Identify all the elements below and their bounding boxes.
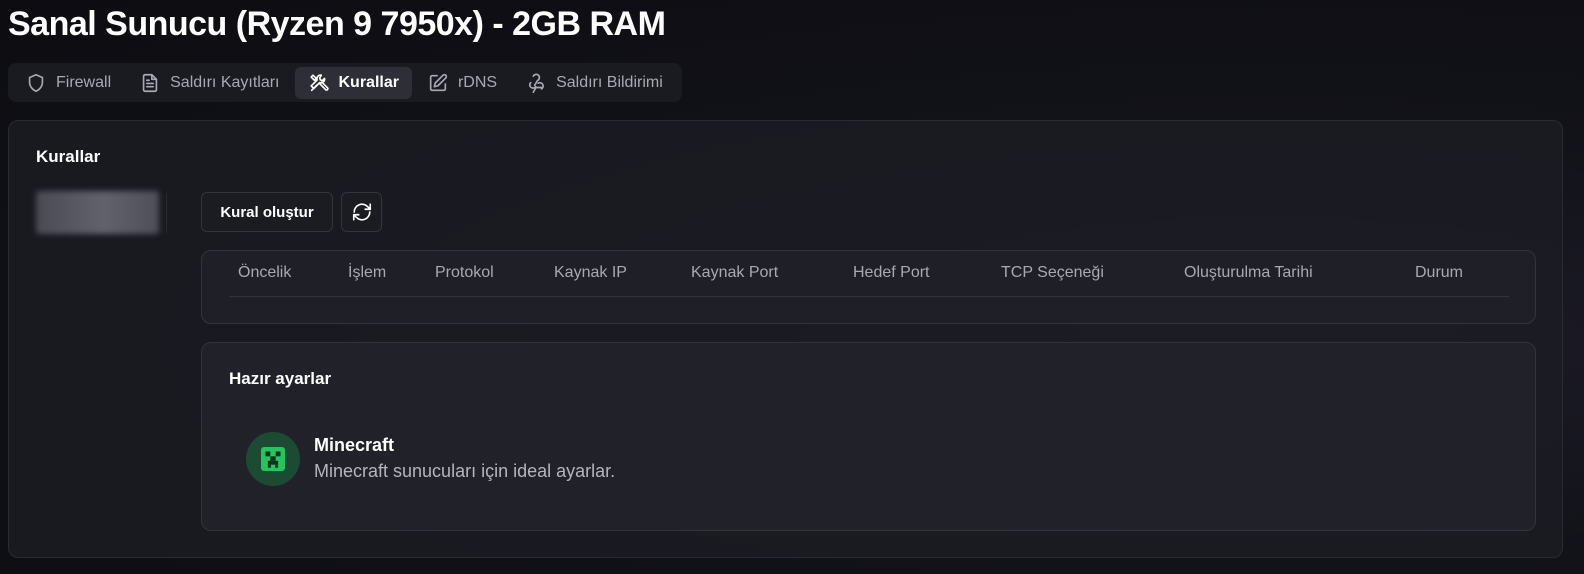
preset-icon-wrap xyxy=(246,432,300,486)
tab-rules[interactable]: Kurallar xyxy=(294,66,412,99)
tab-attack-logs-label: Saldırı Kayıtları xyxy=(170,73,280,91)
tab-bar: Firewall Saldırı Kayıtları Kurallar rDNS xyxy=(8,63,682,102)
refresh-icon xyxy=(352,203,371,221)
rules-table: Öncelik İşlem Protokol Kaynak IP Kaynak … xyxy=(201,250,1536,324)
rules-card: Kurallar Kural oluştur Öncelik İşlem Pro… xyxy=(8,120,1563,558)
column-source-ip[interactable]: Kaynak IP xyxy=(554,264,627,282)
blurred-server-info xyxy=(36,191,159,234)
presets-panel: Hazır ayarlar Minecraft Minecraft sunucu… xyxy=(201,342,1536,531)
vertical-divider xyxy=(166,193,167,233)
preset-minecraft[interactable]: Minecraft Minecraft sunucuları için idea… xyxy=(246,432,726,488)
tab-firewall-label: Firewall xyxy=(56,73,112,91)
rules-title: Kurallar xyxy=(36,147,101,166)
tab-attack-logs[interactable]: Saldırı Kayıtları xyxy=(126,67,292,99)
column-destination-port[interactable]: Hedef Port xyxy=(853,264,929,282)
tab-attack-notification-label: Saldırı Bildirimi xyxy=(556,73,663,91)
column-action[interactable]: İşlem xyxy=(348,264,386,282)
tab-rdns-label: rDNS xyxy=(457,73,498,91)
tab-rules-label: Kurallar xyxy=(338,73,399,91)
page-title: Sanal Sunucu (Ryzen 9 7950x) - 2GB RAM xyxy=(8,5,666,43)
webhook-icon xyxy=(529,73,545,93)
preset-name: Minecraft xyxy=(314,435,395,455)
create-rule-button[interactable]: Kural oluştur xyxy=(201,192,333,232)
tab-attack-notification[interactable]: Saldırı Bildirimi xyxy=(512,67,676,99)
shield-icon xyxy=(28,73,44,92)
column-status[interactable]: Durum xyxy=(1415,264,1463,282)
column-protocol[interactable]: Protokol xyxy=(435,264,494,282)
column-tcp-option[interactable]: TCP Seçeneği xyxy=(1001,264,1104,282)
document-icon xyxy=(142,73,158,92)
tab-rdns[interactable]: rDNS xyxy=(414,67,510,99)
edit-icon xyxy=(429,73,448,91)
column-priority[interactable]: Öncelik xyxy=(238,264,291,282)
column-source-port[interactable]: Kaynak Port xyxy=(691,264,778,282)
refresh-button[interactable] xyxy=(341,192,382,232)
presets-title: Hazır ayarlar xyxy=(229,369,332,388)
tab-firewall[interactable]: Firewall xyxy=(12,67,124,99)
tools-icon xyxy=(309,73,329,91)
preset-description: Minecraft sunucuları için ideal ayarlar. xyxy=(314,461,616,481)
creeper-icon xyxy=(261,447,285,471)
column-created-date[interactable]: Oluşturulma Tarihi xyxy=(1184,264,1313,282)
rules-table-header: Öncelik İşlem Protokol Kaynak IP Kaynak … xyxy=(229,251,1509,297)
